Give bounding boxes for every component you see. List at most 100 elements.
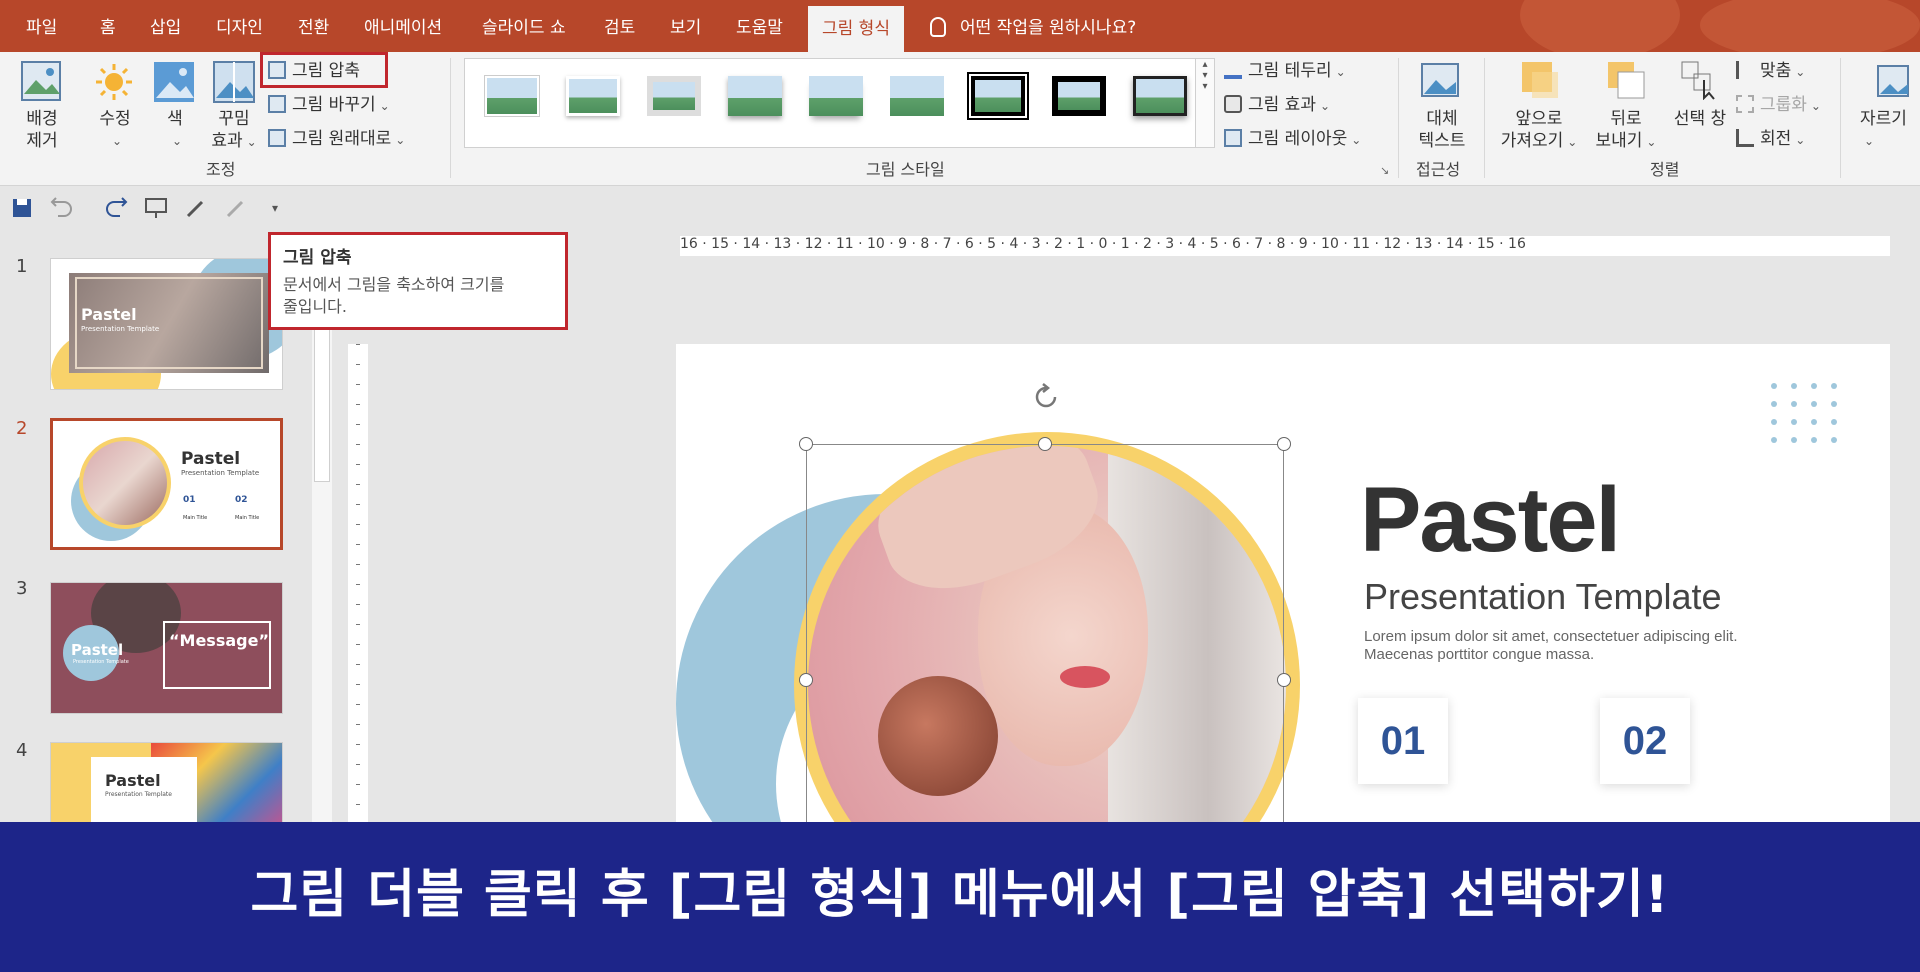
ruler-tick: [356, 704, 360, 705]
tab-transitions[interactable]: 전환: [298, 0, 329, 52]
horizontal-ruler: 16 · 15 · 14 · 13 · 12 · 11 · 10 · 9 · 8…: [680, 236, 1890, 256]
picture-style-preset[interactable]: [566, 76, 620, 116]
remove-bg-label-2: 제거: [26, 131, 58, 151]
tab-slideshow[interactable]: 슬라이드 쇼: [482, 0, 566, 52]
align-button[interactable]: 맞춤 ⌄: [1736, 60, 1805, 83]
alt-text-icon: [1420, 60, 1462, 104]
tab-file[interactable]: 파일: [26, 0, 57, 52]
ruler-tick: [356, 444, 360, 445]
undo-icon[interactable]: [50, 196, 74, 220]
picture-style-preset[interactable]: [485, 76, 539, 116]
group-button[interactable]: 그룹화 ⌄: [1736, 94, 1821, 117]
tab-design[interactable]: 디자인: [216, 0, 263, 52]
change-picture-button[interactable]: 그림 바꾸기 ⌄: [268, 94, 390, 117]
picture-style-preset[interactable]: [890, 76, 944, 116]
send-backward-label-2: 보내기: [1595, 131, 1643, 151]
change-picture-icon: [268, 95, 286, 113]
picture-style-preset[interactable]: [728, 76, 782, 116]
chevron-down-icon: ⌄: [1319, 99, 1331, 113]
slide-thumbnail-1[interactable]: Pastel Presentation Template: [50, 258, 283, 390]
tab-review[interactable]: 검토: [604, 0, 635, 52]
alt-text-button[interactable]: 대체 텍스트: [1410, 108, 1474, 152]
picture-style-preset[interactable]: [809, 76, 863, 116]
thumb-num: 02: [235, 495, 248, 505]
resize-handle[interactable]: [799, 673, 813, 687]
bring-forward-label-2: 가져오기: [1500, 131, 1564, 151]
slide-number: 3: [16, 578, 28, 599]
eyedropper-icon[interactable]: [184, 196, 208, 220]
ruler-tick: [356, 484, 360, 485]
dialog-launcher-icon[interactable]: ↘: [1380, 164, 1389, 177]
group-separator: [1840, 58, 1841, 178]
gallery-scroll[interactable]: ▴ ▾ ▾: [1195, 58, 1215, 148]
slide-body-line-1[interactable]: Lorem ipsum dolor sit amet, consectetuer…: [1364, 628, 1738, 645]
slide-thumbnail-2-selected[interactable]: Pastel Presentation Template 01 02 Main …: [50, 418, 283, 550]
tell-me-box[interactable]: 어떤 작업을 원하시나요?: [930, 0, 1136, 52]
send-backward-button[interactable]: 뒤로 보내기 ⌄: [1590, 108, 1662, 153]
tab-home[interactable]: 홈: [100, 0, 116, 52]
resize-handle[interactable]: [799, 437, 813, 451]
ruler-tick: [356, 544, 360, 545]
ruler-tick: [356, 424, 360, 425]
pen-border-icon: [1224, 61, 1242, 79]
slide-body-line-2[interactable]: Maecenas porttitor congue massa.: [1364, 646, 1594, 663]
compress-tooltip: 그림 압축 문서에서 그림을 축소하여 크기를 줄입니다.: [268, 232, 568, 330]
thumb-title: Pastel: [81, 305, 137, 324]
chevron-down-icon: ⌄: [246, 135, 257, 149]
ruler-tick: [356, 684, 360, 685]
tab-view[interactable]: 보기: [670, 0, 701, 52]
resize-handle[interactable]: [1277, 437, 1291, 451]
resize-handle[interactable]: [1038, 437, 1052, 451]
picture-style-preset[interactable]: [1052, 76, 1106, 116]
artistic-effects-button[interactable]: 꾸밈 효과 ⌄: [206, 108, 262, 153]
reset-label: 그림 원래대로: [292, 129, 392, 149]
tab-help[interactable]: 도움말: [736, 0, 783, 52]
picture-styles-gallery[interactable]: [464, 58, 1214, 148]
chevron-down-icon: ⌄: [1567, 135, 1578, 149]
slide-title[interactable]: Pastel: [1360, 468, 1621, 573]
ruler-tick: [356, 764, 360, 765]
tab-picture-format[interactable]: 그림 형식: [808, 6, 904, 52]
rotate-handle-icon[interactable]: [1031, 382, 1061, 412]
alt-text-label-1: 대체: [1426, 109, 1458, 129]
slide-thumbnail-4[interactable]: Pastel Presentation Template: [50, 742, 283, 832]
eyedropper-disabled-icon[interactable]: [224, 196, 248, 220]
thumb-subtitle: Presentation Template: [81, 325, 160, 333]
thumb-subtitle: Presentation Template: [73, 659, 129, 665]
picture-layout-button[interactable]: 그림 레이아웃 ⌄: [1224, 128, 1361, 151]
customize-qat-icon[interactable]: ▾: [272, 196, 296, 220]
corrections-button[interactable]: 수정 ⌄: [90, 108, 140, 152]
save-icon[interactable]: [10, 196, 34, 220]
number-card-02[interactable]: 02: [1600, 698, 1690, 784]
compress-highlight-box: [260, 52, 388, 88]
ruler-tick: [356, 364, 360, 365]
remove-background-button[interactable]: 배경 제거: [12, 108, 72, 152]
slide-subtitle[interactable]: Presentation Template: [1364, 576, 1722, 618]
chevron-down-icon: ⌄: [1864, 134, 1875, 148]
ruler-tick: [356, 504, 360, 505]
chevron-down-icon: ⌄: [111, 134, 123, 148]
redo-icon[interactable]: [104, 196, 128, 220]
reset-picture-button[interactable]: 그림 원래대로 ⌄: [268, 128, 405, 151]
tab-insert[interactable]: 삽입: [150, 0, 181, 52]
tab-animations[interactable]: 애니메이션: [364, 0, 442, 52]
crop-button[interactable]: 자르기 ⌄: [1860, 108, 1920, 152]
number-card-01[interactable]: 01: [1358, 698, 1448, 784]
bring-forward-button[interactable]: 앞으로 가져오기 ⌄: [1494, 108, 1584, 153]
picture-style-preset[interactable]: [647, 76, 701, 116]
picture-effects-button[interactable]: 그림 효과 ⌄: [1224, 94, 1330, 117]
presentation-icon[interactable]: [144, 196, 168, 220]
slide-number: 1: [16, 256, 28, 277]
picture-style-preset[interactable]: [1133, 76, 1187, 116]
slide-thumbnail-3[interactable]: Pastel Presentation Template “Message”: [50, 582, 283, 714]
selection-pane-button[interactable]: 선택 창: [1664, 108, 1736, 130]
change-label: 그림 바꾸기: [292, 95, 376, 115]
picture-border-button[interactable]: 그림 테두리 ⌄: [1224, 60, 1346, 83]
color-button[interactable]: 색 ⌄: [150, 108, 200, 152]
title-bar-decoration: [1520, 0, 1680, 52]
rotate-button[interactable]: 회전 ⌄: [1736, 128, 1805, 151]
slide-number: 4: [16, 740, 28, 761]
picture-style-preset[interactable]: [971, 76, 1025, 116]
resize-handle[interactable]: [1277, 673, 1291, 687]
vertical-ruler: [348, 344, 368, 824]
